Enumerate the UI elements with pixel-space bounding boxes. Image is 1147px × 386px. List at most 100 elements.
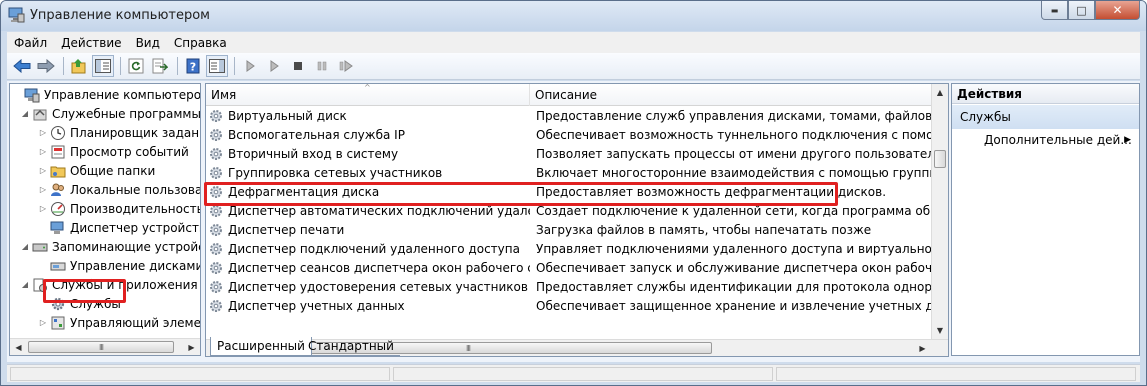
storage-icon — [32, 239, 48, 255]
pause-service-icon[interactable] — [311, 55, 333, 77]
service-description: Включает многосторонние взаимодействия с… — [536, 165, 934, 180]
tools-icon — [32, 106, 48, 122]
tree-label: Диспетчер устройств — [70, 220, 201, 235]
collapsed-arrow-icon[interactable]: ▷ — [38, 318, 48, 327]
tree-item-local-users[interactable]: ▷ Локальные пользовате — [38, 180, 200, 199]
service-name: Диспетчер учетных данных — [228, 298, 405, 313]
tree-label: Управление дисками — [70, 258, 201, 273]
tree-horizontal-scrollbar[interactable]: ◀ III ▶ — [10, 338, 200, 355]
service-description: Позволяет запускать процессы от имени др… — [536, 146, 934, 161]
service-gear-icon — [208, 127, 224, 143]
service-gear-icon — [208, 279, 224, 295]
more-actions-item[interactable]: Дополнительные дей... ▶ — [952, 129, 1139, 151]
menu-help[interactable]: Справка — [167, 36, 234, 50]
status-pane — [10, 367, 390, 381]
scroll-up-icon[interactable]: ▲ — [932, 84, 948, 101]
service-gear-icon — [208, 241, 224, 257]
scroll-down-icon[interactable]: ▼ — [932, 322, 948, 339]
scroll-right-icon[interactable]: ▶ — [914, 340, 931, 356]
computer-management-icon — [8, 7, 25, 23]
close-button[interactable]: ✕ — [1095, 1, 1140, 20]
up-icon[interactable] — [68, 55, 90, 77]
tree-label: Производительность — [70, 201, 201, 216]
status-pane — [776, 367, 1136, 381]
column-header-description[interactable]: Описание — [530, 84, 948, 106]
table-row[interactable]: Виртуальный диск Предоставление служб уп… — [206, 106, 934, 125]
expanded-arrow-icon[interactable]: ◢ — [20, 242, 30, 251]
table-row[interactable]: Вспомогательная служба IP Обеспечивает в… — [206, 125, 934, 144]
service-name: Вторичный вход в систему — [228, 146, 399, 161]
highlight-services-tree-item — [43, 279, 126, 303]
tree-item-performance[interactable]: ▷ Производительность — [38, 199, 201, 218]
menu-bar: Файл Действие Вид Справка — [7, 32, 1140, 53]
menu-action[interactable]: Действие — [54, 36, 128, 50]
console-tree: Управление компьютером (л ◢ Служебные пр… — [9, 83, 201, 356]
help-icon[interactable]: ? — [182, 55, 204, 77]
services-vertical-scrollbar[interactable]: ▲ ▼ — [931, 84, 948, 339]
table-row[interactable]: Диспетчер печати Загрузка файлов в памят… — [206, 220, 931, 239]
toolbar: ? — [7, 53, 1140, 80]
show-hide-tree-icon[interactable] — [92, 55, 114, 77]
table-row[interactable]: Диспетчер учетных данных Обеспечивает за… — [206, 296, 934, 315]
restart-service-icon[interactable] — [335, 55, 357, 77]
collapsed-arrow-icon[interactable]: ▷ — [38, 147, 48, 156]
start-service-icon[interactable] — [239, 55, 261, 77]
expanded-arrow-icon[interactable]: ◢ — [20, 280, 30, 289]
tree-item-device-manager[interactable]: Диспетчер устройств — [38, 218, 201, 237]
export-icon[interactable] — [149, 55, 171, 77]
tree-item-task-scheduler[interactable]: ▷ Планировщик заданий — [38, 123, 200, 142]
tree-item-storage[interactable]: ◢ Запоминающие устройст — [20, 237, 200, 256]
menu-view[interactable]: Вид — [129, 36, 167, 50]
scroll-right-icon[interactable]: ▶ — [183, 339, 200, 355]
start-service-params-icon[interactable] — [263, 55, 285, 77]
tab-standard-label: Стандартный — [308, 339, 394, 353]
actions-pane: Действия Службы Дополнительные дей... ▶ — [951, 83, 1140, 356]
minimize-button[interactable]: ▬ — [1041, 1, 1068, 20]
tree-item-system-tools[interactable]: ◢ Служебные программы — [20, 104, 200, 123]
collapsed-arrow-icon[interactable]: ▷ — [38, 185, 48, 194]
status-pane — [393, 367, 773, 381]
scroll-thumb[interactable]: III — [28, 341, 174, 353]
collapsed-arrow-icon[interactable]: ▷ — [38, 166, 48, 175]
service-description: Управляет подключениями удаленного досту… — [536, 241, 934, 256]
collapsed-arrow-icon[interactable]: ▷ — [38, 128, 48, 137]
collapsed-arrow-icon[interactable]: ▷ — [38, 204, 48, 213]
actions-header: Действия — [952, 84, 1139, 104]
tree-label: Управление компьютером (л — [44, 87, 201, 102]
forward-icon[interactable] — [35, 55, 57, 77]
scroll-thumb[interactable] — [934, 150, 946, 168]
show-hide-action-pane-icon[interactable] — [206, 55, 228, 77]
table-row[interactable]: Диспетчер сеансов диспетчера окон рабоче… — [206, 258, 934, 277]
table-row[interactable]: Диспетчер подключений удаленного доступа… — [206, 239, 934, 258]
minimize-icon: ▬ — [1050, 5, 1059, 15]
table-row[interactable]: Группировка сетевых участников Включает … — [206, 163, 934, 182]
more-actions-label: Дополнительные дей... — [984, 133, 1132, 147]
table-row[interactable]: Диспетчер удостоверения сетевых участник… — [206, 277, 934, 296]
list-header: Имя ^ Описание — [206, 84, 948, 106]
menu-file[interactable]: Файл — [7, 36, 54, 50]
service-description: Обеспечивает запуск и обслуживание диспе… — [536, 260, 934, 275]
tree-item-wmi-control[interactable]: ▷ Управляющий элемен — [38, 313, 200, 332]
service-name: Диспетчер печати — [228, 222, 345, 237]
service-name: Вспомогательная служба IP — [228, 127, 405, 142]
column-header-name[interactable]: Имя ^ — [206, 84, 530, 106]
tree-item-shared-folders[interactable]: ▷ Общие папки — [38, 161, 155, 180]
tab-extended[interactable]: Расширенный — [210, 337, 312, 356]
submenu-arrow-icon: ▶ — [1124, 135, 1131, 145]
title-bar[interactable]: Управление компьютером ▬ □ ✕ — [1, 1, 1146, 31]
refresh-icon[interactable] — [125, 55, 147, 77]
device-manager-icon — [50, 220, 66, 236]
back-icon[interactable] — [11, 55, 33, 77]
tab-standard[interactable]: Стандартный — [302, 337, 400, 356]
sort-ascending-icon: ^ — [364, 83, 371, 92]
scroll-left-icon[interactable]: ◀ — [10, 339, 27, 355]
service-name: Диспетчер удостоверения сетевых участник… — [228, 279, 528, 294]
stop-service-icon[interactable] — [287, 55, 309, 77]
maximize-button[interactable]: □ — [1068, 1, 1095, 20]
tree-item-disk-management[interactable]: Управление дисками — [38, 256, 201, 275]
table-row[interactable]: Вторичный вход в систему Позволяет запус… — [206, 144, 934, 163]
tree-item-computer-management[interactable]: Управление компьютером (л — [12, 85, 201, 104]
tree-item-event-viewer[interactable]: ▷ Просмотр событий — [38, 142, 189, 161]
actions-section-services[interactable]: Службы — [952, 105, 1139, 129]
expanded-arrow-icon[interactable]: ◢ — [20, 109, 30, 118]
